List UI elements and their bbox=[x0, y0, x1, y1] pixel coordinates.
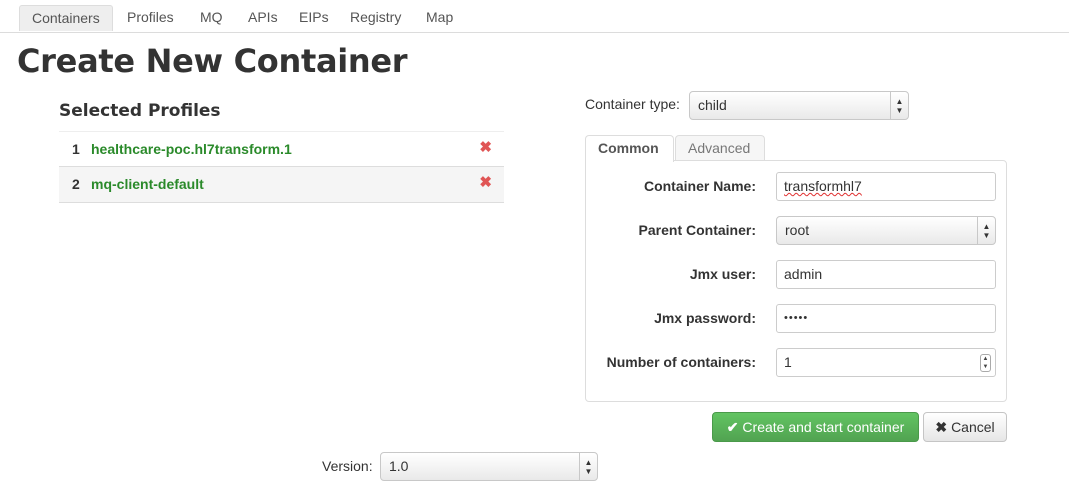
container-type-label: Container type: bbox=[585, 96, 680, 112]
container-type-value: child bbox=[698, 97, 727, 113]
close-icon: ✖ bbox=[935, 419, 948, 435]
jmx-user-input[interactable]: admin bbox=[776, 260, 996, 289]
select-arrows-icon: ▲ ▼ bbox=[977, 217, 995, 244]
profile-row-number: 1 bbox=[72, 141, 80, 157]
version-value: 1.0 bbox=[389, 458, 409, 474]
top-navigation: Containers Profiles MQ APIs EIPs Registr… bbox=[0, 0, 1069, 33]
nav-tab-eips[interactable]: EIPs bbox=[287, 6, 341, 29]
container-name-value: transformhl7 bbox=[784, 178, 862, 194]
profile-row: 1 healthcare-poc.hl7transform.1 ✖ bbox=[59, 131, 504, 167]
create-and-start-container-button[interactable]: ✔ Create and start container bbox=[712, 412, 919, 442]
jmx-password-value: ••••• bbox=[784, 312, 809, 324]
nav-tab-registry[interactable]: Registry bbox=[338, 6, 413, 29]
version-label: Version: bbox=[322, 458, 373, 474]
container-name-label: Container Name: bbox=[643, 178, 756, 194]
select-arrows-icon: ▲ ▼ bbox=[579, 453, 597, 480]
nav-tab-profiles[interactable]: Profiles bbox=[115, 6, 186, 29]
nav-tab-containers[interactable]: Containers bbox=[19, 5, 113, 31]
number-of-containers-input[interactable]: 1 ▲ ▼ bbox=[776, 348, 996, 377]
container-name-input[interactable]: transformhl7 bbox=[776, 172, 996, 201]
create-button-label: Create and start container bbox=[742, 419, 905, 435]
cancel-button[interactable]: ✖ Cancel bbox=[923, 412, 1007, 442]
nav-tab-apis[interactable]: APIs bbox=[236, 6, 290, 29]
selected-profiles-table: 1 healthcare-poc.hl7transform.1 ✖ 2 mq-c… bbox=[59, 131, 504, 203]
cancel-button-label: Cancel bbox=[951, 419, 995, 435]
profile-link[interactable]: healthcare-poc.hl7transform.1 bbox=[91, 141, 292, 157]
parent-container-value: root bbox=[785, 222, 810, 238]
remove-profile-icon[interactable]: ✖ bbox=[479, 174, 492, 192]
remove-profile-icon[interactable]: ✖ bbox=[479, 139, 492, 157]
jmx-user-label: Jmx user: bbox=[689, 266, 756, 282]
parent-container-select[interactable]: root ▲ ▼ bbox=[776, 216, 996, 245]
profile-row-number: 2 bbox=[72, 176, 80, 192]
parent-container-label: Parent Container: bbox=[638, 222, 756, 238]
selected-profiles-title: Selected Profiles bbox=[59, 101, 221, 121]
common-form-panel: Container Name: transformhl7 Parent Cont… bbox=[585, 160, 1007, 402]
nav-tab-mq[interactable]: MQ bbox=[188, 6, 235, 29]
number-of-containers-value: 1 bbox=[784, 354, 792, 370]
profile-row: 2 mq-client-default ✖ bbox=[59, 167, 504, 203]
jmx-password-input[interactable]: ••••• bbox=[776, 304, 996, 333]
number-spinner-icon[interactable]: ▲ ▼ bbox=[980, 354, 991, 372]
tab-common[interactable]: Common bbox=[585, 135, 674, 162]
select-arrows-icon: ▲ ▼ bbox=[890, 92, 908, 119]
profile-link[interactable]: mq-client-default bbox=[91, 176, 204, 192]
tab-advanced[interactable]: Advanced bbox=[675, 135, 765, 161]
nav-tab-map[interactable]: Map bbox=[414, 6, 465, 29]
page-title: Create New Container bbox=[17, 42, 408, 80]
jmx-password-label: Jmx password: bbox=[654, 310, 756, 326]
check-icon: ✔ bbox=[726, 419, 739, 435]
container-type-select[interactable]: child ▲ ▼ bbox=[689, 91, 909, 120]
version-select[interactable]: 1.0 ▲ ▼ bbox=[380, 452, 598, 481]
number-of-containers-label: Number of containers: bbox=[606, 354, 756, 370]
jmx-user-value: admin bbox=[784, 266, 823, 282]
